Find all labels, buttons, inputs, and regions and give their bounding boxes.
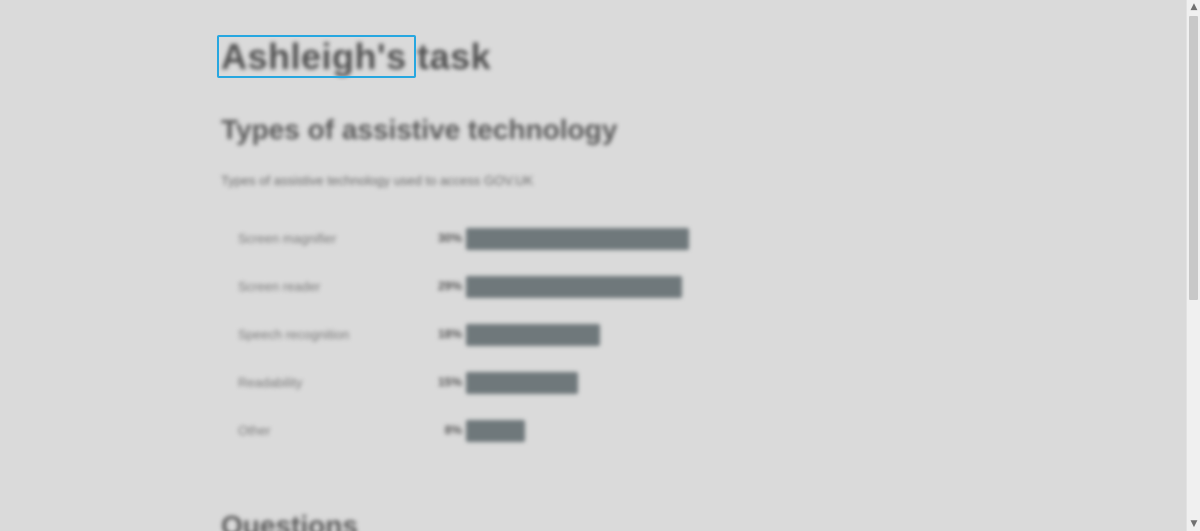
questions-heading: Questions xyxy=(221,510,358,531)
focus-highlight[interactable] xyxy=(217,35,416,78)
bar-label: Screen reader xyxy=(238,279,321,294)
bar-label: Screen magnifier xyxy=(238,231,337,246)
chevron-up-icon[interactable]: ▲ xyxy=(1187,0,1200,14)
scrollbar-thumb[interactable] xyxy=(1189,16,1198,300)
bar-row: Screen reader 29% xyxy=(238,274,798,298)
bar-label: Speech recognition xyxy=(238,327,350,342)
bar-row: Speech recognition 18% xyxy=(238,322,798,346)
bar-label: Other xyxy=(238,423,271,438)
section-title: Types of assistive technology xyxy=(221,114,618,145)
bar-row: Screen magnifier 30% xyxy=(238,226,798,250)
bar-value-label: 15% xyxy=(437,375,462,389)
bar xyxy=(466,276,682,298)
bar xyxy=(466,228,689,250)
browser-viewport: Ashleigh's task Types of assistive techn… xyxy=(0,0,1200,531)
bar-row: Other 8% xyxy=(238,418,798,442)
assistive-technology-bar-chart: Screen magnifier 30% Screen reader 29% Speec… xyxy=(238,226,798,456)
bar-value-label: 18% xyxy=(437,327,462,341)
bar xyxy=(466,372,578,394)
bar xyxy=(466,324,600,346)
chevron-down-icon[interactable]: ▼ xyxy=(1187,517,1200,531)
bar-value-label: 8% xyxy=(444,423,462,437)
bar-row: Readability 15% xyxy=(238,370,798,394)
vertical-scrollbar[interactable]: ▲ ▼ xyxy=(1186,0,1200,531)
bar-value-label: 30% xyxy=(437,231,462,245)
bar-value-label: 29% xyxy=(437,279,462,293)
bar xyxy=(466,420,525,442)
chart-caption: Types of assistive technology used to ac… xyxy=(221,173,534,188)
page-content: Ashleigh's task Types of assistive techn… xyxy=(0,0,1186,531)
bar-label: Readability xyxy=(238,375,303,390)
